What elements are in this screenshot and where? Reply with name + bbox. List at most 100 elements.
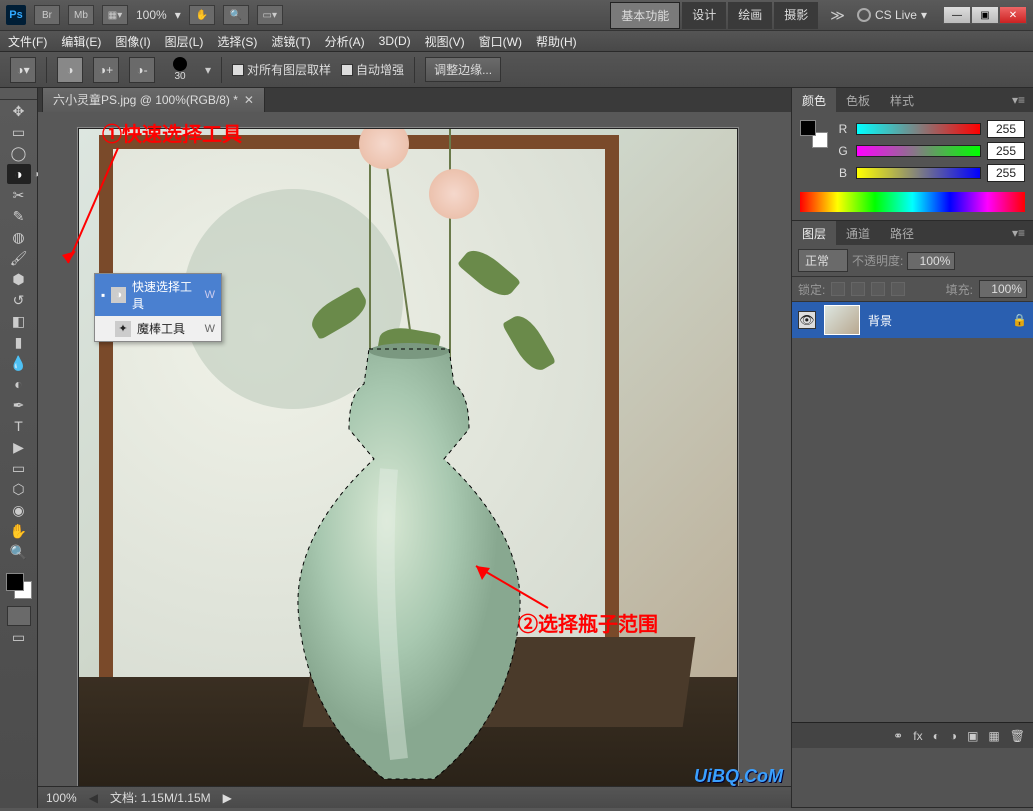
menu-select[interactable]: 选择(S)	[217, 33, 257, 50]
screen-button[interactable]: ▭▾	[257, 5, 283, 25]
new-layer-icon[interactable]: ▦	[988, 729, 999, 743]
eyedropper-tool[interactable]: ✎	[7, 206, 31, 226]
paths-tab[interactable]: 路径	[880, 221, 924, 246]
shape-tool[interactable]: ▭	[7, 458, 31, 478]
path-select-tool[interactable]: ▶	[7, 437, 31, 457]
menu-window[interactable]: 窗口(W)	[479, 33, 522, 50]
link-layers-icon[interactable]: ⚭	[893, 729, 903, 743]
lock-image-icon[interactable]	[851, 282, 865, 296]
color-swatch[interactable]	[4, 571, 34, 601]
panel-menu-icon[interactable]: ▾≡	[1004, 93, 1033, 107]
swatches-tab[interactable]: 色板	[836, 88, 880, 113]
tab-close-icon[interactable]: ✕	[244, 93, 254, 107]
document-tab[interactable]: 六小灵童PS.jpg @ 100%(RGB/8) *✕	[42, 88, 265, 112]
r-slider[interactable]	[856, 123, 981, 135]
minibridge-button[interactable]: Mb	[68, 5, 94, 25]
blend-mode-select[interactable]: 正常	[798, 249, 848, 272]
adjustment-icon[interactable]: ◑	[950, 729, 957, 743]
layer-thumbnail[interactable]	[824, 305, 860, 335]
hand-tool[interactable]: ✋	[7, 521, 31, 541]
layer-row[interactable]: 👁 背景 🔒	[792, 302, 1033, 338]
view-docs-button[interactable]: ▦▾	[102, 5, 128, 25]
visibility-icon[interactable]: 👁	[798, 311, 816, 329]
menu-3d[interactable]: 3D(D)	[379, 34, 411, 48]
3d-camera-tool[interactable]: ◉	[7, 500, 31, 520]
opacity-input[interactable]: 100%	[907, 252, 955, 270]
spectrum-picker[interactable]	[800, 192, 1025, 212]
menu-image[interactable]: 图像(I)	[115, 33, 150, 50]
mask-icon[interactable]: ◐	[933, 729, 940, 743]
panel-color-swatch[interactable]	[800, 120, 828, 148]
color-tab[interactable]: 颜色	[792, 88, 836, 113]
pen-tool[interactable]: ✒	[7, 395, 31, 415]
blur-tool[interactable]: 💧	[7, 353, 31, 373]
zoom-button[interactable]: 🔍	[223, 5, 249, 25]
workspace-tab-design[interactable]: 设计	[682, 2, 726, 29]
status-doc-size[interactable]: 文档: 1.15M/1.15M	[110, 789, 211, 806]
menu-help[interactable]: 帮助(H)	[536, 33, 577, 50]
auto-enhance-checkbox[interactable]: 自动增强	[341, 61, 404, 78]
workspace-more-icon[interactable]: ≫	[826, 7, 849, 24]
brush-preset[interactable]: 30	[165, 55, 195, 85]
channels-tab[interactable]: 通道	[836, 221, 880, 246]
menu-analysis[interactable]: 分析(A)	[325, 33, 365, 50]
flyout-magic-wand[interactable]: ✦魔棒工具W	[95, 316, 221, 341]
canvas[interactable]	[78, 128, 738, 788]
move-tool[interactable]: ✥	[7, 101, 31, 121]
tool-preset-picker[interactable]: ◑▾	[10, 57, 36, 83]
r-value[interactable]	[987, 120, 1025, 138]
fx-icon[interactable]: fx	[913, 729, 922, 743]
screen-mode-button[interactable]: ▭	[7, 627, 31, 647]
eraser-tool[interactable]: ◧	[7, 311, 31, 331]
b-slider[interactable]	[856, 167, 981, 179]
zoom-tool[interactable]: 🔍	[7, 542, 31, 562]
new-selection-button[interactable]: ◑	[57, 57, 83, 83]
workspace-tab-photo[interactable]: 摄影	[774, 2, 818, 29]
dodge-tool[interactable]: ◐	[7, 374, 31, 394]
lock-position-icon[interactable]	[871, 282, 885, 296]
fill-input[interactable]: 100%	[979, 280, 1027, 298]
type-tool[interactable]: T	[7, 416, 31, 436]
menu-view[interactable]: 视图(V)	[425, 33, 465, 50]
quickmask-button[interactable]	[7, 606, 31, 626]
layer-name[interactable]: 背景	[868, 312, 892, 329]
menu-filter[interactable]: 滤镜(T)	[271, 33, 310, 50]
g-value[interactable]	[987, 142, 1025, 160]
trash-icon[interactable]: 🗑	[1010, 729, 1025, 743]
workspace-tab-basic[interactable]: 基本功能	[610, 2, 680, 29]
group-icon[interactable]: ▣	[967, 729, 978, 743]
sample-all-checkbox[interactable]: 对所有图层取样	[232, 61, 331, 78]
minimize-button[interactable]: —	[943, 6, 971, 24]
flyout-quick-select[interactable]: ▪◑快速选择工具W	[95, 274, 221, 316]
layers-panel-menu-icon[interactable]: ▾≡	[1004, 226, 1033, 240]
workspace-tab-paint[interactable]: 绘画	[728, 2, 772, 29]
lock-all-icon[interactable]	[891, 282, 905, 296]
layers-tab[interactable]: 图层	[792, 221, 836, 246]
cslive-button[interactable]: CS Live▾	[857, 8, 927, 22]
refine-edge-button[interactable]: 调整边缘...	[425, 57, 501, 82]
zoom-level[interactable]: 100%	[136, 8, 167, 22]
b-value[interactable]	[987, 164, 1025, 182]
brush-tool[interactable]: 🖌	[7, 248, 31, 268]
3d-tool[interactable]: ⬡	[7, 479, 31, 499]
quick-select-tool[interactable]: ◑◑▸	[7, 164, 31, 184]
close-button[interactable]: ✕	[999, 6, 1027, 24]
subtract-selection-button[interactable]: ◑-	[129, 57, 155, 83]
gradient-tool[interactable]: ▮	[7, 332, 31, 352]
maximize-button[interactable]: ▣	[971, 6, 999, 24]
hand-button[interactable]: ✋	[189, 5, 215, 25]
styles-tab[interactable]: 样式	[880, 88, 924, 113]
bridge-button[interactable]: Br	[34, 5, 60, 25]
marquee-tool[interactable]: ▭	[7, 122, 31, 142]
menu-edit[interactable]: 编辑(E)	[61, 33, 101, 50]
add-selection-button[interactable]: ◑+	[93, 57, 119, 83]
menu-file[interactable]: 文件(F)	[8, 33, 47, 50]
stamp-tool[interactable]: ⬢	[7, 269, 31, 289]
status-zoom[interactable]: 100%	[46, 791, 77, 805]
lasso-tool[interactable]: ◯	[7, 143, 31, 163]
history-brush-tool[interactable]: ↺	[7, 290, 31, 310]
lock-transparent-icon[interactable]	[831, 282, 845, 296]
g-slider[interactable]	[856, 145, 981, 157]
crop-tool[interactable]: ✂	[7, 185, 31, 205]
menu-layer[interactable]: 图层(L)	[165, 33, 204, 50]
